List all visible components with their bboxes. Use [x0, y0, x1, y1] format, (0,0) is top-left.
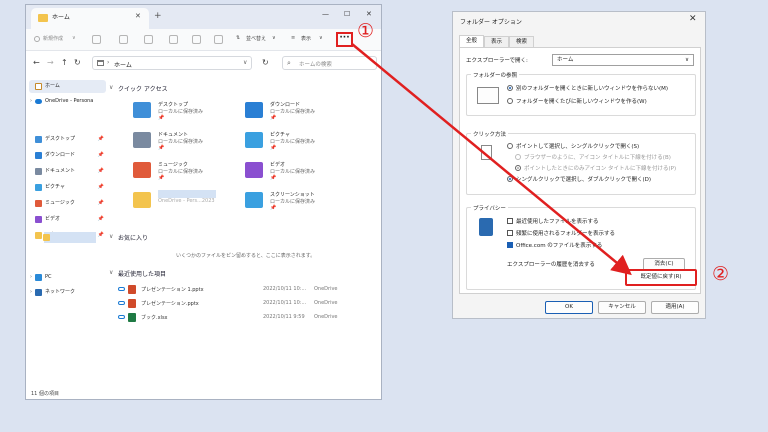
step-1-marker: ① [357, 20, 375, 42]
step-2-marker: ② [712, 263, 730, 285]
red-arrow [351, 43, 632, 276]
annotation-arrow [351, 43, 632, 276]
